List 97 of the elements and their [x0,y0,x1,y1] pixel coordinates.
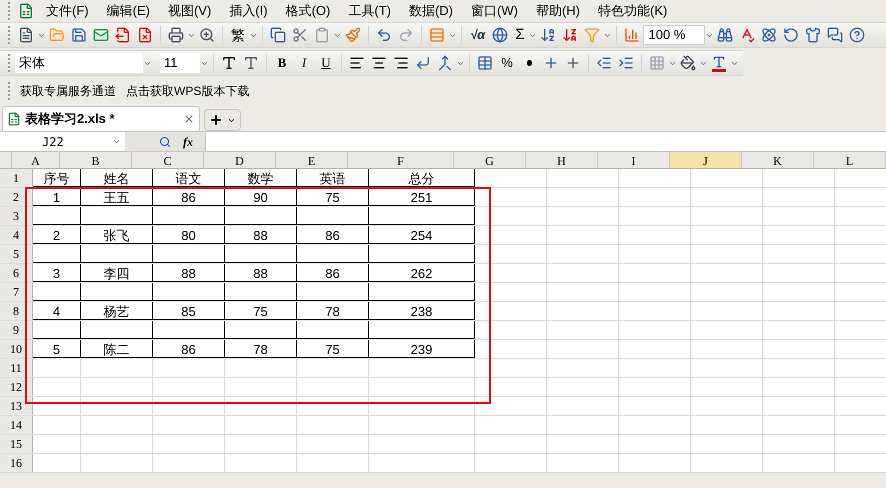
table-cell: 86 [153,340,225,358]
row-header[interactable]: 3 [0,207,33,225]
row-header[interactable]: 1 [0,169,33,187]
row-header[interactable]: 13 [0,397,33,415]
table-cell: 1 [33,188,81,206]
menu-item[interactable]: 格式(O) [276,1,340,21]
table-cell: 李四 [81,264,153,282]
menu-item[interactable]: 编辑(E) [98,1,159,21]
table-cell: 75 [297,340,369,358]
toolbar-grip [8,26,11,44]
search-formula-icon[interactable] [159,136,171,148]
toolbar-grip [8,2,11,20]
column-header[interactable]: C [132,152,204,168]
menu-item[interactable]: 特色功能(K) [589,1,676,21]
row-header[interactable]: 4 [0,226,33,244]
table-cell: 238 [369,302,475,320]
table-cell: 239 [369,340,475,358]
column-header[interactable]: D [204,152,276,168]
new-tab-button[interactable] [204,109,241,131]
table-cell: 88 [153,264,225,282]
row-header[interactable]: 16 [0,454,33,472]
table-cell: 80 [153,226,225,244]
table-cell: 姓名 [81,169,153,187]
row-header[interactable]: 14 [0,416,33,434]
row-header[interactable]: 2 [0,188,33,206]
table-cell: 2 [33,226,81,244]
document-tab[interactable]: 表格学习2.xls * [2,106,200,131]
promo-link[interactable]: 获取专属服务通道 [15,82,121,100]
menu-item[interactable]: 文件(F) [37,1,98,21]
column-header[interactable]: F [348,152,454,168]
text-style-button[interactable]: I [293,53,315,73]
table-cell: 5 [33,340,81,358]
font-name-field[interactable]: 宋体 [15,53,143,73]
column-header[interactable]: B [60,152,132,168]
column-header[interactable]: H [526,152,598,168]
sum-button[interactable]: Σ [511,24,528,46]
font-size-field[interactable]: 11 [160,53,200,73]
column-header[interactable]: A [12,152,60,168]
column-header[interactable]: J [670,152,742,168]
row-header[interactable]: 8 [0,302,33,320]
toolbar-grip [8,54,11,72]
table-cell: 张飞 [81,226,153,244]
plus-icon [209,113,223,127]
table-cell: 数学 [225,169,297,187]
menu-item[interactable]: 视图(V) [158,1,220,21]
table-cell: 88 [225,264,297,282]
table-cell: 王五 [81,188,153,206]
spreadsheet-file-icon [7,112,21,126]
row-header[interactable]: 12 [0,378,33,396]
toolbar-grip [8,82,11,100]
table-cell: 语文 [153,169,225,187]
table-cell: 262 [369,264,475,282]
table-cell: 序号 [33,169,81,187]
promo-link[interactable]: 点击获取WPS版本下载 [121,82,254,100]
menu-item[interactable]: 数据(D) [400,1,462,21]
table-cell: 251 [369,188,475,206]
table-cell: 陈二 [81,340,153,358]
menu-item[interactable]: 窗口(W) [462,1,527,21]
table-cell: 86 [297,264,369,282]
insert-function-button[interactable]: fx [183,132,193,150]
text-style-button[interactable]: B [271,53,293,73]
row-header[interactable]: 15 [0,435,33,453]
close-icon[interactable] [183,113,195,125]
table-cell: 86 [297,226,369,244]
row-header[interactable]: 7 [0,283,33,301]
table-cell: 86 [153,188,225,206]
menu-item[interactable]: 帮助(H) [526,1,589,21]
table-cell: 75 [225,302,297,320]
table-cell: 78 [225,340,297,358]
column-header[interactable]: E [276,152,348,168]
table-cell: 85 [153,302,225,320]
menu-item[interactable]: 插入(I) [220,1,277,21]
formula-button[interactable]: √α [466,25,490,45]
row-header[interactable]: 11 [0,359,33,377]
column-header[interactable]: G [454,152,526,168]
text-style-button[interactable]: U [315,53,337,73]
table-cell: 杨艺 [81,302,153,320]
table-cell: 75 [297,188,369,206]
column-header[interactable]: L [814,152,886,168]
table-cell: 90 [225,188,297,206]
name-box[interactable]: J22 [0,132,125,150]
table-cell: 总分 [369,169,475,187]
table-cell: 254 [369,226,475,244]
zoom-field[interactable]: 100 % [643,25,706,45]
table-cell: 3 [33,264,81,282]
row-header[interactable]: 6 [0,264,33,282]
row-header[interactable]: 10 [0,340,33,358]
table-cell: 4 [33,302,81,320]
table-cell: 78 [297,302,369,320]
table-cell: 英语 [297,169,369,187]
row-header[interactable]: 5 [0,245,33,263]
table-cell: 88 [225,226,297,244]
percent-button[interactable]: % [496,53,518,73]
menu-item[interactable]: 工具(T) [339,1,400,21]
column-header[interactable]: K [742,152,814,168]
traditional-chinese-button[interactable]: 繁 [227,24,249,46]
row-header[interactable]: 9 [0,321,33,339]
